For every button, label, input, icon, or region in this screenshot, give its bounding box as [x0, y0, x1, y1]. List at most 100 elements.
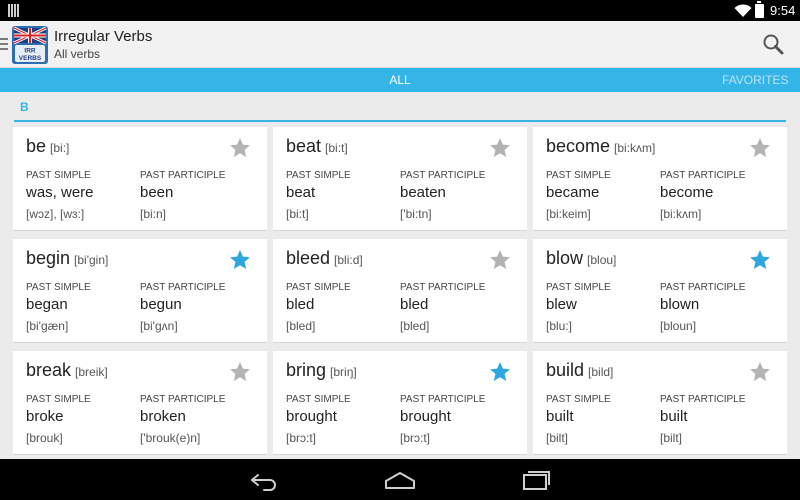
past-participle-label: PAST PARTICIPLE: [400, 394, 486, 405]
verb-card[interactable]: break [breik] PAST SIMPLE PAST PARTICIPLE…: [13, 351, 267, 455]
past-participle-value: blown: [660, 296, 700, 313]
verb-card[interactable]: be [bi:] PAST SIMPLE PAST PARTICIPLE was,…: [13, 127, 267, 231]
verb-infinitive: bring: [286, 360, 327, 380]
past-simple-value: became: [546, 184, 600, 201]
past-participle-value: bled: [400, 296, 429, 313]
star-icon[interactable]: [748, 360, 772, 384]
past-participle-label: PAST PARTICIPLE: [140, 170, 226, 181]
past-participle-ipa: [bled]: [400, 319, 430, 333]
past-simple-value: beat: [286, 184, 316, 201]
verb-card[interactable]: beat [bi:t] PAST SIMPLE PAST PARTICIPLE b…: [273, 127, 527, 231]
past-simple-label: PAST SIMPLE: [546, 170, 611, 181]
star-icon[interactable]: [488, 248, 512, 272]
past-simple-label: PAST SIMPLE: [26, 170, 91, 181]
star-icon[interactable]: [228, 360, 252, 384]
verb-ipa: [bild]: [588, 365, 614, 379]
past-participle-value: brought: [400, 408, 451, 425]
past-participle-value: broken: [140, 408, 186, 425]
past-simple-value: blew: [546, 296, 577, 313]
verb-card[interactable]: become [bi:kʌm] PAST SIMPLE PAST PARTICIP…: [533, 127, 787, 231]
verb-ipa: [breik]: [75, 365, 108, 379]
past-participle-ipa: [bi:kʌm]: [660, 207, 702, 221]
verb-card[interactable]: begin [bi'gin] PAST SIMPLE PAST PARTICIPL…: [13, 239, 267, 343]
verb-grid: be [bi:] PAST SIMPLE PAST PARTICIPLE was,…: [13, 127, 788, 457]
tab-favorites[interactable]: FAVORITES: [722, 68, 800, 92]
past-simple-ipa: [bilt]: [546, 431, 569, 445]
verb-infinitive: become: [546, 136, 611, 156]
back-icon[interactable]: [248, 468, 282, 492]
past-participle-value: beaten: [400, 184, 446, 201]
past-simple-ipa: [brouk]: [26, 431, 63, 445]
past-participle-value: begun: [140, 296, 182, 313]
svg-text:IRR: IRR: [24, 48, 36, 55]
past-simple-label: PAST SIMPLE: [546, 282, 611, 293]
star-icon[interactable]: [748, 248, 772, 272]
past-simple-value: began: [26, 296, 68, 313]
verb-infinitive: build: [546, 360, 585, 380]
verb-ipa: [bi:t]: [325, 141, 348, 155]
battery-icon: [755, 1, 764, 18]
star-icon[interactable]: [228, 248, 252, 272]
search-icon[interactable]: [758, 30, 788, 60]
verb-infinitive: bleed: [286, 248, 331, 268]
star-icon[interactable]: [488, 360, 512, 384]
verb-infinitive: break: [26, 360, 72, 380]
past-participle-ipa: [bi:n]: [140, 207, 167, 221]
past-participle-label: PAST PARTICIPLE: [400, 282, 486, 293]
app-logo[interactable]: IRR VERBS: [11, 25, 49, 65]
tab-all[interactable]: ALL: [370, 68, 430, 92]
past-simple-label: PAST SIMPLE: [546, 394, 611, 405]
past-simple-value: brought: [286, 408, 337, 425]
section-letter: B: [20, 100, 29, 114]
past-simple-label: PAST SIMPLE: [286, 282, 351, 293]
past-simple-ipa: [blu:]: [546, 319, 573, 333]
past-participle-ipa: ['brouk(e)n]: [140, 431, 201, 445]
verb-card[interactable]: bleed [bli:d] PAST SIMPLE PAST PARTICIPLE…: [273, 239, 527, 343]
past-simple-ipa: [bi:t]: [286, 207, 309, 221]
verb-card[interactable]: bring [briŋ] PAST SIMPLE PAST PARTICIPLE …: [273, 351, 527, 455]
past-participle-value: become: [660, 184, 714, 201]
past-participle-label: PAST PARTICIPLE: [660, 282, 746, 293]
home-icon[interactable]: [383, 468, 417, 492]
verb-infinitive: blow: [546, 248, 584, 268]
verb-ipa: [bi'gin]: [74, 253, 109, 267]
past-simple-value: was, were: [26, 184, 94, 201]
past-simple-label: PAST SIMPLE: [286, 170, 351, 181]
recent-apps-icon[interactable]: [519, 468, 553, 492]
past-simple-ipa: [wɔz], [wɜ:]: [26, 207, 85, 221]
past-participle-ipa: [brɔ:t]: [400, 431, 431, 445]
past-participle-value: built: [660, 408, 688, 425]
past-simple-value: broke: [26, 408, 64, 425]
app-title: Irregular Verbs: [54, 28, 153, 45]
past-participle-ipa: [bloun]: [660, 319, 697, 333]
star-icon[interactable]: [228, 136, 252, 160]
past-simple-ipa: [bled]: [286, 319, 316, 333]
status-bar: 9:54: [0, 0, 800, 21]
tab-bar: ALL FAVORITES: [0, 68, 800, 92]
past-participle-ipa: [bilt]: [660, 431, 683, 445]
notification-icon: [8, 4, 20, 17]
verb-card[interactable]: build [bild] PAST SIMPLE PAST PARTICIPLE …: [533, 351, 787, 455]
section-header: B: [14, 92, 786, 122]
verb-card[interactable]: blow [blou] PAST SIMPLE PAST PARTICIPLE b…: [533, 239, 787, 343]
verb-infinitive: beat: [286, 136, 322, 156]
past-simple-ipa: [bi'gæn]: [26, 319, 69, 333]
past-participle-label: PAST PARTICIPLE: [660, 170, 746, 181]
wifi-icon: [734, 4, 752, 17]
past-participle-ipa: [bi'gʌn]: [140, 319, 178, 333]
verb-ipa: [blou]: [587, 253, 617, 267]
past-participle-ipa: ['bi:tn]: [400, 207, 432, 221]
verb-ipa: [bli:d]: [334, 253, 363, 267]
past-simple-value: built: [546, 408, 574, 425]
menu-icon[interactable]: [0, 38, 8, 50]
navigation-bar: [0, 459, 800, 500]
app-subtitle: All verbs: [54, 47, 101, 61]
past-simple-ipa: [bi:keim]: [546, 207, 591, 221]
verb-ipa: [bi:]: [50, 141, 70, 155]
status-time: 9:54: [770, 3, 796, 18]
verb-ipa: [bi:kʌm]: [614, 141, 656, 155]
star-icon[interactable]: [748, 136, 772, 160]
star-icon[interactable]: [488, 136, 512, 160]
action-bar: IRR VERBS Irregular Verbs All verbs: [0, 21, 800, 68]
past-simple-label: PAST SIMPLE: [26, 394, 91, 405]
